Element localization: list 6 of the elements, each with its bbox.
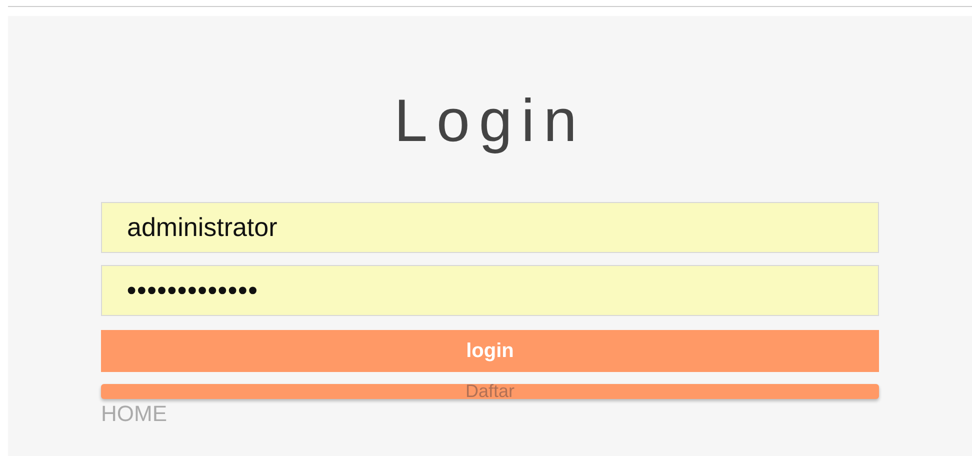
- page-title: Login: [394, 86, 586, 156]
- login-button[interactable]: login: [101, 330, 879, 372]
- username-field[interactable]: administrator: [101, 202, 879, 253]
- register-button[interactable]: Daftar: [101, 384, 879, 399]
- password-field[interactable]: •••••••••••••: [101, 265, 879, 316]
- home-link[interactable]: HOME: [101, 403, 167, 425]
